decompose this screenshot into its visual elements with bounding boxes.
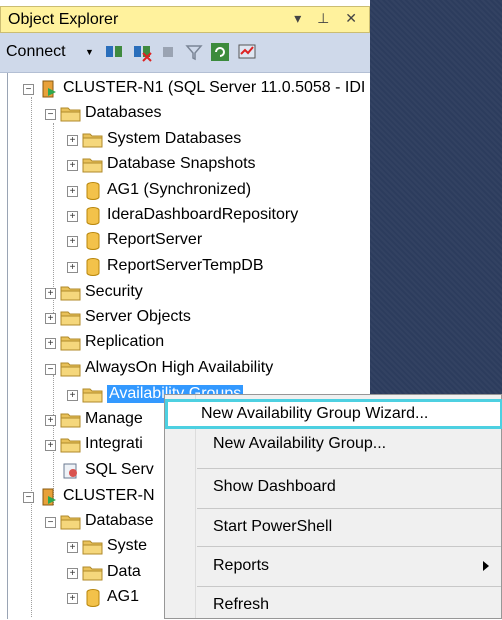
tree-node-label: Server Objects bbox=[85, 308, 191, 325]
menu-item-label: Refresh bbox=[213, 596, 270, 613]
connect-object-icon[interactable] bbox=[104, 42, 124, 62]
expand-icon[interactable]: + bbox=[45, 338, 56, 349]
tree-node-label: Integrati bbox=[85, 435, 143, 452]
tree-node[interactable]: − Databases bbox=[0, 103, 370, 127]
menu-item-reports[interactable]: Reports bbox=[165, 551, 502, 581]
menu-item-show-dashboard[interactable]: Show Dashboard bbox=[165, 472, 502, 502]
menu-separator bbox=[197, 468, 501, 469]
menu-item-label: Reports bbox=[213, 557, 270, 574]
tree-node[interactable]: − CLUSTER-N1 (SQL Server 11.0.5058 - IDI bbox=[0, 78, 370, 102]
collapse-icon[interactable]: − bbox=[23, 84, 34, 95]
expand-icon[interactable]: + bbox=[67, 568, 78, 579]
tree-border bbox=[7, 73, 8, 619]
collapse-icon[interactable]: − bbox=[45, 364, 56, 375]
object-explorer-titlebar: Object Explorer ▾ ⊥ ✕ bbox=[0, 6, 370, 33]
menu-separator bbox=[197, 546, 501, 547]
expand-icon[interactable]: + bbox=[67, 262, 78, 273]
tree-node-label: IderaDashboardRepository bbox=[107, 206, 299, 223]
tree-node-label: Security bbox=[85, 283, 143, 300]
title-buttons[interactable]: ▾ ⊥ ✕ bbox=[294, 10, 363, 27]
object-explorer-toolbar: Connect ▼ bbox=[0, 33, 370, 73]
tree-node-label: ReportServer bbox=[107, 231, 203, 248]
tree-node-label: AlwaysOn High Availability bbox=[85, 359, 274, 376]
expand-icon[interactable]: + bbox=[67, 593, 78, 604]
submenu-arrow-icon bbox=[483, 561, 489, 571]
collapse-icon[interactable]: − bbox=[23, 492, 34, 503]
tree-node[interactable]: + IderaDashboardRepository bbox=[0, 205, 370, 229]
tree-node[interactable]: + Replication bbox=[0, 332, 370, 356]
connect-dropdown-icon[interactable]: ▼ bbox=[85, 47, 94, 57]
stop-icon[interactable] bbox=[158, 42, 178, 62]
tree-node-label: Replication bbox=[85, 333, 165, 350]
expand-icon[interactable]: + bbox=[45, 288, 56, 299]
expand-icon[interactable]: + bbox=[67, 160, 78, 171]
panel-title: Object Explorer bbox=[8, 11, 119, 28]
tree-node-label: Database Snapshots bbox=[107, 155, 256, 172]
tree-node[interactable]: + Database Snapshots bbox=[0, 154, 370, 178]
menu-item-label: Show Dashboard bbox=[213, 478, 336, 495]
expand-icon[interactable]: + bbox=[45, 440, 56, 451]
expand-icon[interactable]: + bbox=[67, 186, 78, 197]
menu-item-label: Start PowerShell bbox=[213, 518, 333, 535]
context-menu: New Availability Group Wizard... New Ava… bbox=[164, 394, 502, 619]
connect-button[interactable]: Connect bbox=[6, 43, 66, 61]
menu-separator bbox=[197, 586, 501, 587]
tree-node-label: CLUSTER-N1 (SQL Server 11.0.5058 - IDI bbox=[63, 79, 366, 96]
tree-node-label: Syste bbox=[107, 537, 148, 554]
tree-node-label: Manage bbox=[85, 410, 143, 427]
activity-monitor-icon[interactable] bbox=[237, 42, 257, 62]
expand-icon[interactable]: + bbox=[67, 236, 78, 247]
refresh-icon[interactable] bbox=[210, 42, 230, 62]
menu-item-label: New Availability Group Wizard... bbox=[201, 405, 429, 422]
tree-node[interactable]: + Security bbox=[0, 282, 370, 306]
tree-node-label: AG1 bbox=[107, 588, 140, 605]
tree-node-label: ReportServerTempDB bbox=[107, 257, 264, 274]
menu-item-refresh[interactable]: Refresh bbox=[165, 590, 502, 620]
tree-node[interactable]: + System Databases bbox=[0, 129, 370, 153]
tree-node[interactable]: − AlwaysOn High Availability bbox=[0, 358, 370, 382]
expand-icon[interactable]: + bbox=[45, 313, 56, 324]
expand-icon[interactable]: + bbox=[67, 390, 78, 401]
tree-node-label: Databases bbox=[85, 104, 162, 121]
filter-icon[interactable] bbox=[184, 42, 204, 62]
expand-icon[interactable]: + bbox=[45, 415, 56, 426]
tree-node[interactable]: + ReportServer bbox=[0, 230, 370, 254]
menu-item-new-ag[interactable]: New Availability Group... bbox=[165, 429, 502, 459]
tree-node[interactable]: + AG1 (Synchronized) bbox=[0, 180, 370, 204]
menu-item-label: New Availability Group... bbox=[213, 435, 387, 452]
menu-separator bbox=[197, 508, 501, 509]
disconnect-icon[interactable] bbox=[132, 42, 152, 62]
tree-node-label: SQL Serv bbox=[85, 461, 154, 478]
tree-node-label: Data bbox=[107, 563, 141, 580]
tree-node-label: Database bbox=[85, 512, 154, 529]
menu-item-new-ag-wizard[interactable]: New Availability Group Wizard... bbox=[165, 399, 502, 429]
tree-node[interactable]: + Server Objects bbox=[0, 307, 370, 331]
tree-node-label: AG1 (Synchronized) bbox=[107, 181, 252, 198]
menu-item-start-powershell[interactable]: Start PowerShell bbox=[165, 512, 502, 542]
expand-icon[interactable]: + bbox=[67, 542, 78, 553]
collapse-icon[interactable]: − bbox=[45, 517, 56, 528]
expand-icon[interactable]: + bbox=[67, 211, 78, 222]
expand-icon[interactable]: + bbox=[67, 135, 78, 146]
tree-node-label: System Databases bbox=[107, 130, 242, 147]
collapse-icon[interactable]: − bbox=[45, 109, 56, 120]
tree-node-label: CLUSTER-N bbox=[63, 487, 155, 504]
tree-node[interactable]: + ReportServerTempDB bbox=[0, 256, 370, 280]
